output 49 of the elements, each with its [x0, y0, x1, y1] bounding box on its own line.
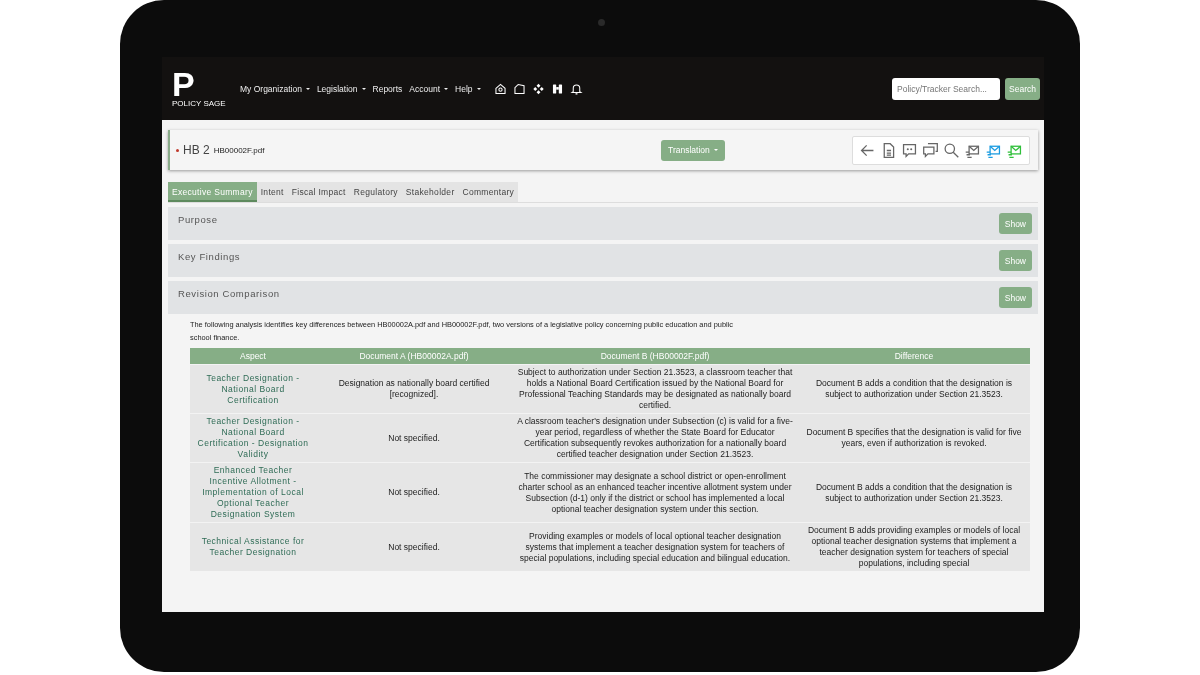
table-cell: Document B specifies that the designation is valid for five years, even if authorization is revoked. — [798, 413, 1030, 463]
logo[interactable]: P POLICY SAGE — [172, 68, 230, 109]
table-cell: Document B adds providing examples or models of local optional teacher designation systems that implement a teacher designation system for teachers of special populations, including special — [798, 522, 1030, 571]
status-dot — [176, 148, 179, 152]
comment-icon[interactable] — [901, 141, 918, 159]
column-header: Document A (HB00002A.pdf) — [316, 348, 512, 365]
diamond-icon[interactable] — [531, 81, 545, 96]
aspect-cell: Teacher Designation - National Board Certification — [190, 364, 316, 414]
table-cell: Designation as nationally board certified [recognized]. — [316, 364, 512, 414]
search-field[interactable]: Policy/Tracker Search... — [892, 77, 1001, 100]
column-header: Difference — [798, 348, 1030, 365]
table-cell: The commissioner may designate a school district or open-enrollment charter school as an enhanced teacher incentive allotment system under Subsection (d-1) only if the district or school has implemented a local optional teacher designation system under this section. — [512, 462, 798, 523]
tab[interactable]: Regulatory — [349, 182, 402, 202]
bill-title: HB 2 — [183, 143, 210, 157]
house-icon[interactable] — [493, 81, 507, 96]
aspect-cell: Teacher Designation - National Board Certification - Designation Validity — [190, 413, 316, 463]
tab[interactable]: Stakeholder — [401, 182, 459, 202]
table-cell: Subject to authorization under Section 21.3523, a classroom teacher that holds a National Board Certification issued by the National Board for Professional Teaching Standards may be designated as nationally board certified. — [512, 364, 798, 414]
camera-dot — [598, 19, 605, 26]
table-cell: Not specified. — [316, 413, 512, 463]
table-cell: Document B adds a condition that the designation is subject to authorization under Section 21.3523. — [798, 462, 1030, 523]
tab[interactable]: Fiscal Impact — [287, 182, 350, 202]
column-header: Aspect — [190, 348, 316, 365]
section-header[interactable]: Purpose Show — [168, 207, 1038, 240]
tab[interactable]: Intent — [256, 182, 288, 202]
nav-menu-item[interactable]: My Organization — [240, 83, 310, 94]
tab[interactable]: Commentary — [458, 182, 519, 202]
file-name: HB00002F.pdf — [213, 145, 265, 155]
section-title: Purpose — [178, 214, 218, 225]
house-icon[interactable] — [512, 81, 526, 96]
section-title: Revision Comparison — [178, 288, 280, 299]
section-header[interactable]: Key Findings Show — [168, 244, 1038, 277]
table-cell: Document B adds a condition that the designation is subject to authorization under Section 21.3523. — [798, 364, 1030, 414]
table-cell: Not specified. — [316, 522, 512, 571]
comments-icon[interactable] — [922, 141, 939, 159]
aspect-cell: Technical Assistance for Teacher Designation — [190, 522, 316, 571]
nav-menu-item[interactable]: Help — [455, 83, 481, 94]
nav-menu-item[interactable]: Reports — [372, 83, 403, 94]
nav-menu-item[interactable]: Legislation — [316, 83, 366, 94]
table-cell: Not specified. — [316, 462, 512, 523]
column-header: Document B (HB00002F.pdf) — [512, 348, 798, 365]
section-header[interactable]: Revision Comparison Show — [168, 281, 1038, 314]
aspect-cell: Enhanced Teacher Incentive Allotment - Implementation of Local Optional Teacher Designation System — [190, 462, 316, 523]
table-cell: Providing examples or models of local optional teacher designation systems that implement a teacher designation system for teachers of special populations, including special education and bilingual education. — [512, 522, 798, 571]
section-title: Key Findings — [178, 251, 241, 262]
table-cell: A classroom teacher's designation under Subsection (c) is valid for a five-year period, regardless of whether the State Board for Educator Certification subsequently revokes authorization for a nationally board certified teacher designation under Section 21.3523. — [512, 413, 798, 463]
nav-menu-item[interactable]: Account — [409, 83, 448, 94]
search-icon[interactable] — [943, 141, 960, 159]
bell-icon[interactable] — [569, 81, 583, 96]
